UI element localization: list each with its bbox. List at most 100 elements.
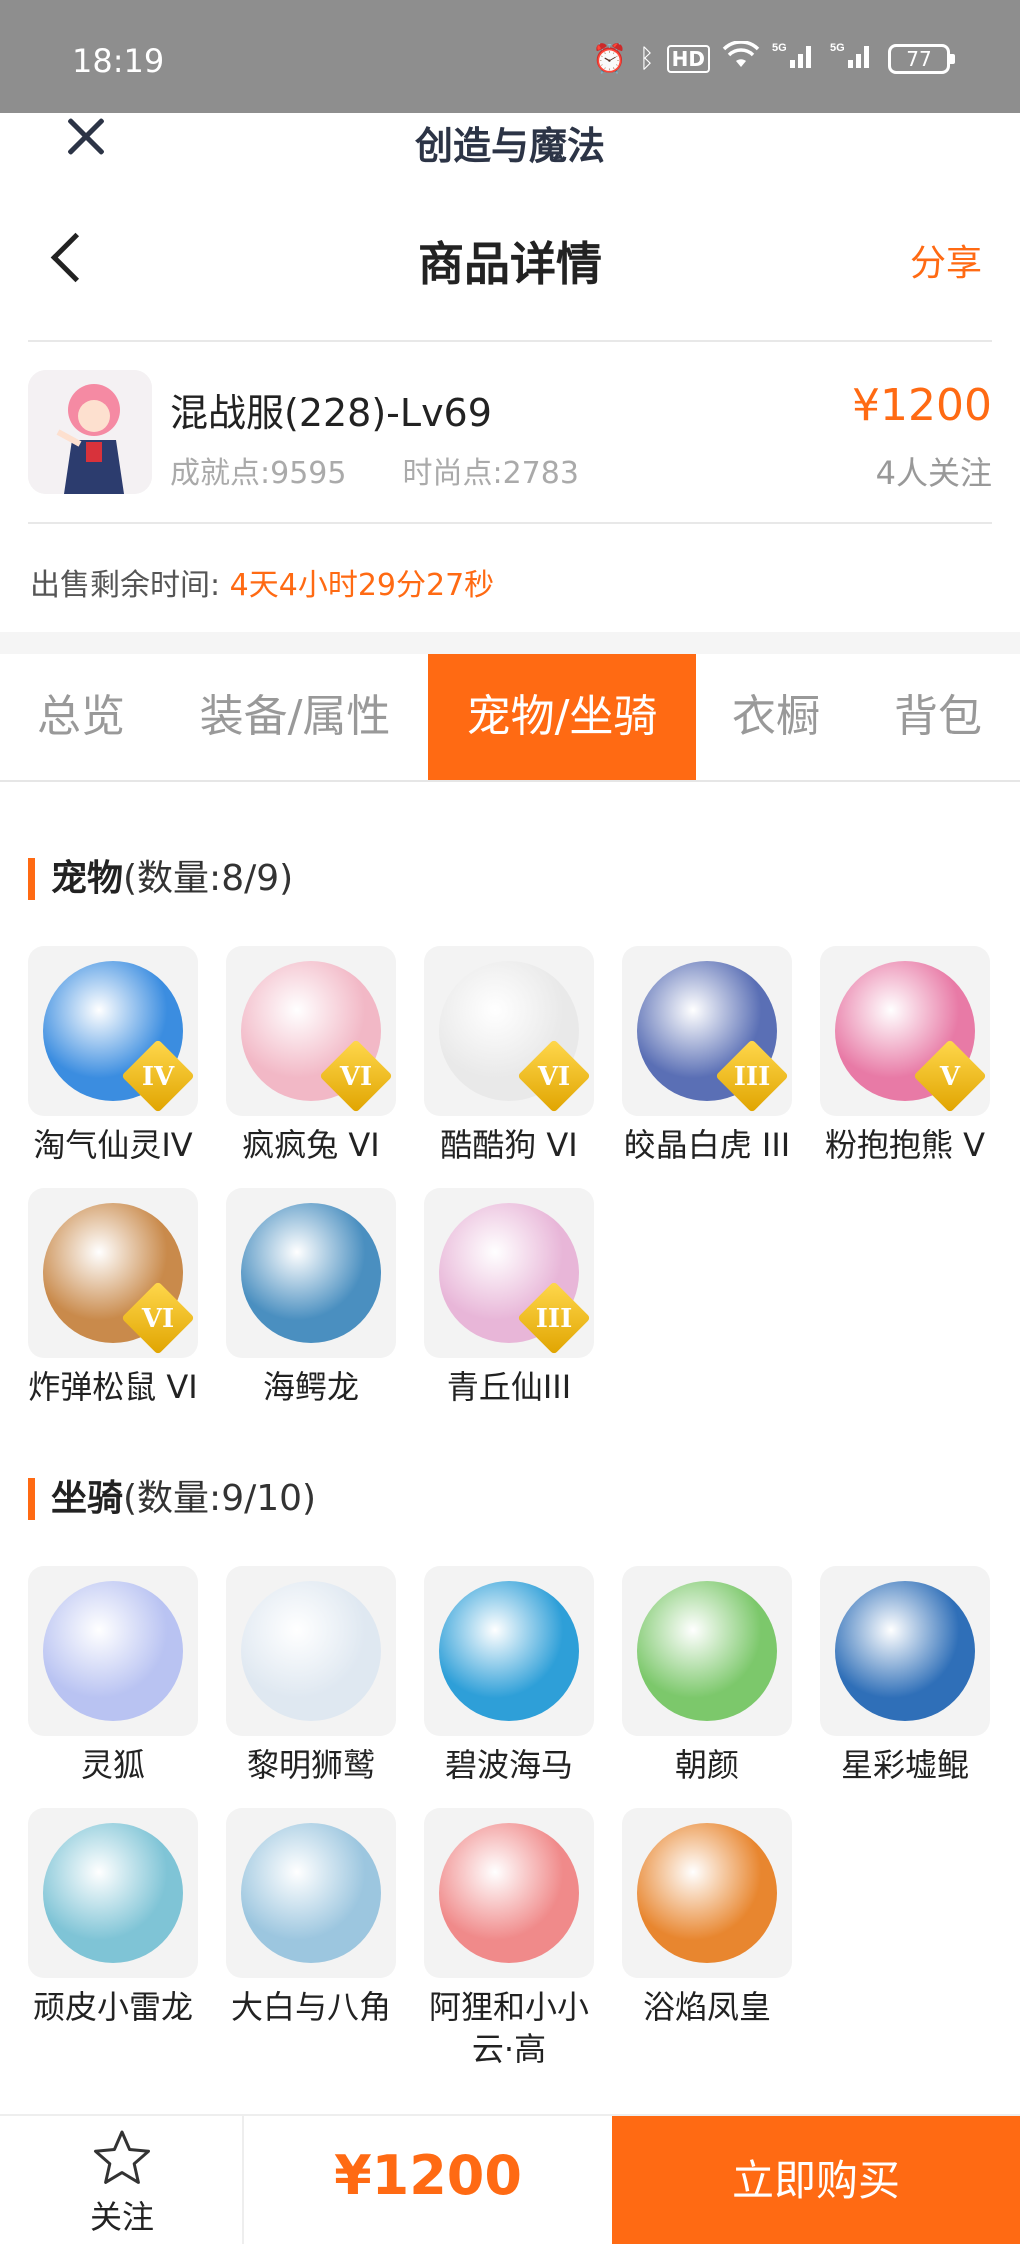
pet-thumbnail: VI: [226, 946, 396, 1116]
mounts-title: 坐骑: [51, 1478, 124, 1519]
mount-artwork: [241, 1581, 381, 1721]
mount-artwork: [241, 1823, 381, 1963]
pets-title: 宠物: [51, 858, 124, 899]
tier-badge-text: VI: [339, 1062, 373, 1092]
mount-name: 碧波海马: [444, 1746, 573, 1784]
signal-icon: 5G: [772, 40, 818, 77]
star-icon: [92, 2128, 152, 2188]
pet-item[interactable]: VI 酷酷狗 VI: [424, 946, 594, 1166]
status-icons: ⏰ ᛒ HD 5G 5G 77: [592, 40, 955, 77]
svg-text:5G: 5G: [830, 42, 845, 54]
tab-overview[interactable]: 总览: [0, 654, 162, 780]
mount-item[interactable]: 大白与八角: [226, 1808, 396, 2028]
pet-name: 酷酷狗 VI: [440, 1126, 578, 1164]
battery-icon: 77: [888, 43, 955, 74]
section-gap: [0, 632, 1020, 654]
mount-item[interactable]: 星彩墟鲲: [820, 1566, 990, 1786]
mount-thumbnail: [622, 1808, 792, 1978]
pet-thumbnail: III: [424, 1188, 594, 1358]
pet-item[interactable]: III 皎晶白虎 III: [622, 946, 792, 1166]
pet-name: 炸弹松鼠 VI: [28, 1368, 198, 1406]
pet-thumbnail: V: [820, 946, 990, 1116]
mount-artwork: [637, 1823, 777, 1963]
tier-badge-text: VI: [537, 1062, 571, 1092]
total-price: ¥1200: [334, 2144, 522, 2207]
mount-item[interactable]: 顽皮小雷龙: [28, 1808, 198, 2028]
mount-thumbnail: [226, 1566, 396, 1736]
alarm-icon: ⏰: [592, 42, 628, 75]
tier-badge-text: VI: [141, 1304, 175, 1334]
follow-label: 关注: [89, 2198, 154, 2236]
status-time: 18:19: [72, 42, 165, 80]
mini-program-header: 创造与魔法: [0, 113, 1020, 168]
mount-thumbnail: [424, 1566, 594, 1736]
product-summary: 混战服(228)-Lv69 成就点:9595 时尚点:2783 ¥1200 4人…: [28, 370, 992, 496]
tier-badge-text: IV: [141, 1062, 175, 1092]
tab-pets-mounts[interactable]: 宠物/坐骑: [428, 654, 696, 780]
follow-button[interactable]: 关注: [0, 2116, 244, 2244]
pets-section-title: 宠物(数量:8/9): [28, 858, 293, 900]
nav-bar: 商品详情 分享: [0, 200, 1020, 310]
mount-name: 星彩墟鲲: [840, 1746, 969, 1784]
tab-backpack[interactable]: 背包: [856, 654, 1020, 780]
sale-remaining: 出售剩余时间: 4天4小时29分27秒: [30, 560, 494, 604]
mount-thumbnail: [622, 1566, 792, 1736]
pet-item[interactable]: V 粉抱抱熊 V: [820, 946, 990, 1166]
mount-item[interactable]: 浴焰凤皇: [622, 1808, 792, 2028]
pets-count: (数量:8/9): [123, 858, 294, 899]
mount-name: 灵狐: [80, 1746, 145, 1784]
mount-item[interactable]: 黎明狮鹫: [226, 1566, 396, 1786]
mount-item[interactable]: 碧波海马: [424, 1566, 594, 1786]
share-button[interactable]: 分享: [910, 234, 982, 286]
pet-item[interactable]: VI 疯疯兔 VI: [226, 946, 396, 1166]
follower-count: 4人关注: [875, 454, 992, 492]
pet-name: 皎晶白虎 III: [623, 1126, 791, 1164]
pet-thumbnail: VI: [28, 1188, 198, 1358]
divider: [28, 522, 992, 524]
mount-name: 阿狸和小小云·高: [428, 1988, 589, 2068]
pet-item[interactable]: 海鳄龙: [226, 1188, 396, 1408]
tier-badge-text: V: [939, 1062, 961, 1092]
mount-name: 大白与八角: [230, 1988, 391, 2026]
mount-item[interactable]: 朝颜: [622, 1566, 792, 1786]
pet-thumbnail: [226, 1188, 396, 1358]
pet-item[interactable]: VI 炸弹松鼠 VI: [28, 1188, 198, 1408]
mount-name: 顽皮小雷龙: [32, 1988, 193, 2026]
mount-artwork: [43, 1823, 183, 1963]
mount-thumbnail: [28, 1808, 198, 1978]
mount-artwork: [637, 1581, 777, 1721]
mount-artwork: [43, 1581, 183, 1721]
hd-icon: HD: [666, 44, 710, 73]
pet-name: 淘气仙灵IV: [33, 1126, 193, 1164]
mount-artwork: [835, 1581, 975, 1721]
pet-thumbnail: III: [622, 946, 792, 1116]
mounts-section-title: 坐骑(数量:9/10): [28, 1478, 316, 1520]
pet-item[interactable]: IV 淘气仙灵IV: [28, 946, 198, 1166]
status-bar: 18:19 ⏰ ᛒ HD 5G 5G 77: [0, 0, 1020, 113]
product-price: ¥1200: [852, 380, 992, 431]
sale-remaining-value: 4天4小时29分27秒: [229, 568, 495, 603]
mount-item[interactable]: 阿狸和小小云·高: [424, 1808, 594, 2070]
fashion-points: 时尚点:2783: [402, 456, 579, 491]
buy-now-button[interactable]: 立即购买: [612, 2116, 1020, 2244]
product-stats: 成就点:9595 时尚点:2783: [170, 448, 579, 492]
pet-name: 粉抱抱熊 V: [824, 1126, 986, 1164]
pet-artwork: [241, 1203, 381, 1343]
mount-name: 浴焰凤皇: [642, 1988, 771, 2026]
mount-thumbnail: [28, 1566, 198, 1736]
mount-name: 黎明狮鹫: [246, 1746, 375, 1784]
divider: [28, 340, 992, 342]
tab-wardrobe[interactable]: 衣橱: [696, 654, 856, 780]
mount-item[interactable]: 灵狐: [28, 1566, 198, 1786]
mount-thumbnail: [424, 1808, 594, 1978]
signal-icon-2: 5G: [830, 40, 876, 77]
tab-equipment[interactable]: 装备/属性: [162, 654, 428, 780]
page-title: 商品详情: [418, 237, 602, 291]
mount-name: 朝颜: [674, 1746, 739, 1784]
bottom-action-bar: 关注 ¥1200 立即购买: [0, 2114, 1020, 2244]
mount-artwork: [439, 1823, 579, 1963]
pet-item[interactable]: III 青丘仙III: [424, 1188, 594, 1408]
pet-name: 海鳄龙: [262, 1368, 359, 1406]
mini-program-title: 创造与魔法: [414, 124, 605, 168]
tier-badge-text: III: [535, 1304, 573, 1334]
